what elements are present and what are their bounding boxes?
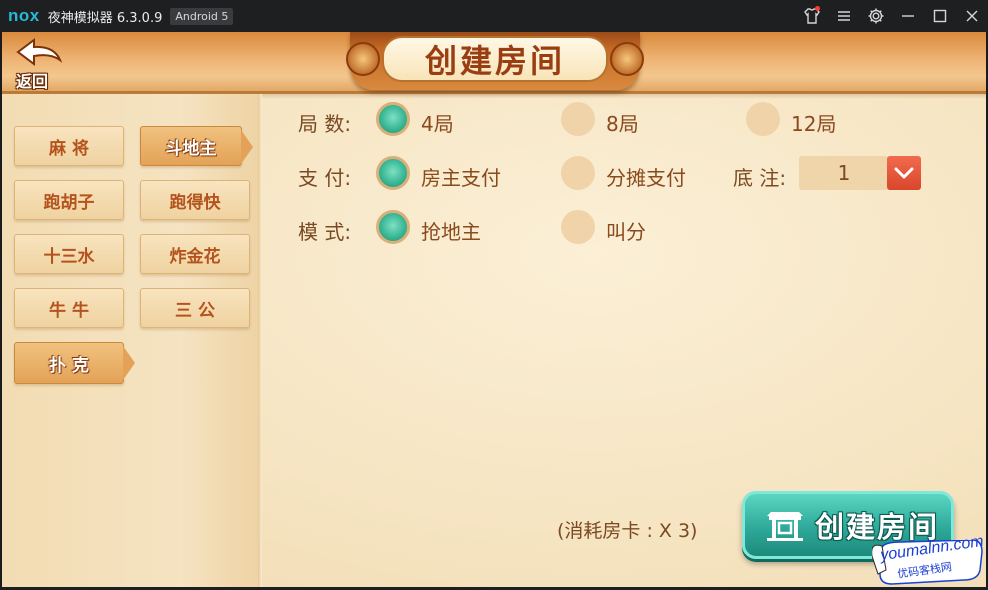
payment-radio-split[interactable] <box>561 156 595 190</box>
rounds-option-8[interactable]: 8局 <box>606 108 639 137</box>
mode-radio-qiangdizhu[interactable] <box>376 210 410 244</box>
left-ornament <box>346 42 380 76</box>
base-bet-dropdown-button[interactable] <box>887 156 921 190</box>
base-bet-select[interactable]: 1 <box>799 156 889 190</box>
minimize-icon[interactable] <box>892 0 924 32</box>
chevron-down-icon <box>894 167 914 179</box>
gate-icon <box>767 512 803 541</box>
app-title: 夜神模拟器 6.3.0.9 <box>47 10 163 26</box>
game-zhajinhua[interactable]: 炸金花 <box>140 234 250 274</box>
rounds-radio-4[interactable] <box>376 102 410 136</box>
rounds-option-4[interactable]: 4局 <box>421 108 454 137</box>
category-poker[interactable]: 扑 克 <box>14 342 135 384</box>
sidebar-divider <box>258 94 262 587</box>
category-niuniu[interactable]: 牛 牛 <box>14 288 124 328</box>
close-icon[interactable] <box>956 0 988 32</box>
mode-radio-jiaofen[interactable] <box>561 210 595 244</box>
base-bet-label: 底 注: <box>733 166 787 190</box>
page-title: 创建房间 <box>424 42 565 80</box>
gear-icon[interactable] <box>860 0 892 32</box>
category-paohuzi[interactable]: 跑胡子 <box>14 180 124 220</box>
payment-option-split[interactable]: 分摊支付 <box>606 162 686 191</box>
game-doudizhu[interactable]: 斗地主 <box>140 126 253 166</box>
title-plaque: 创建房间 <box>346 32 644 90</box>
title-banner: 创建房间 <box>382 36 608 82</box>
nox-logo: nox <box>8 6 40 25</box>
mode-option-qiangdizhu[interactable]: 抢地主 <box>421 216 481 245</box>
notification-dot <box>815 6 820 11</box>
back-label: 返回 <box>16 72 49 91</box>
payment-option-owner[interactable]: 房主支付 <box>421 162 501 191</box>
emulator-titlebar: nox 夜神模拟器 6.3.0.9 Android 5 <box>0 0 988 32</box>
game-sangong[interactable]: 三 公 <box>140 288 250 328</box>
android-version-badge: Android 5 <box>170 7 234 25</box>
game-paodekuai[interactable]: 跑得快 <box>140 180 250 220</box>
category-shisanshui[interactable]: 十三水 <box>14 234 124 274</box>
shirt-icon[interactable] <box>796 0 828 32</box>
rounds-label: 局 数: <box>298 112 352 136</box>
rounds-radio-12[interactable] <box>746 102 780 136</box>
payment-label: 支 付: <box>298 166 352 190</box>
rounds-option-12[interactable]: 12局 <box>791 108 836 137</box>
game-screen: 返回 创建房间 麻 将 跑胡子 十三水 牛 牛 扑 克 斗地主 跑得快 炸金花 … <box>2 32 986 587</box>
category-mahjong[interactable]: 麻 将 <box>14 126 124 166</box>
mode-label: 模 式: <box>298 220 352 244</box>
payment-radio-owner[interactable] <box>376 156 410 190</box>
right-ornament <box>610 42 644 76</box>
room-card-cost: (消耗房卡 : X 3) <box>557 520 698 542</box>
category-sidebar: 麻 将 跑胡子 十三水 牛 牛 扑 克 斗地主 跑得快 炸金花 三 公 <box>2 94 262 587</box>
window-controls <box>796 0 988 32</box>
menu-icon[interactable] <box>828 0 860 32</box>
rounds-radio-8[interactable] <box>561 102 595 136</box>
maximize-icon[interactable] <box>924 0 956 32</box>
mode-option-jiaofen[interactable]: 叫分 <box>606 216 646 245</box>
base-bet-value: 1 <box>837 161 851 185</box>
